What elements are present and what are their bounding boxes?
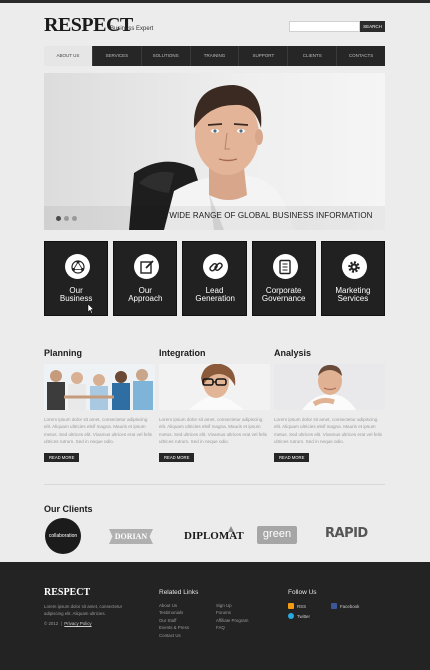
integration-image (159, 364, 270, 410)
social-twitter[interactable]: Twitter (288, 613, 310, 619)
nav-item-contacts[interactable]: CONTACTS (336, 46, 385, 66)
related-links-col-2: Sign Up Forums Affiliate Program FAQ (216, 602, 248, 632)
tile-marketing-services[interactable]: Marketing Services (320, 241, 386, 316)
footer-link-testimonials[interactable]: Testimonials (159, 609, 189, 616)
service-tiles: Our Business Our Approach Lead Generatio… (44, 241, 386, 316)
column-title: Planning (44, 348, 82, 358)
planning-image (44, 364, 155, 410)
column-text: Lorem ipsum dolor sit amet, consectetur … (274, 417, 382, 444)
slider-dot-1[interactable] (56, 216, 61, 221)
social-rss[interactable]: RSS (288, 603, 306, 609)
client-logo-text: RAPID (325, 526, 368, 541)
copyright-text: © 2012 (44, 621, 59, 626)
footer-link-affiliate-program[interactable]: Affiliate Program (216, 617, 248, 624)
footer-link-forums[interactable]: Forums (216, 609, 248, 616)
related-links-title: Related Links (159, 589, 199, 596)
nav-item-training[interactable]: TRAINING (189, 46, 239, 66)
client-logo-rapid[interactable]: RAPID (325, 524, 368, 544)
footer-link-our-staff[interactable]: Our Staff (159, 617, 189, 624)
planning-read-more-button[interactable]: READ MORE (44, 453, 80, 462)
footer-link-contact-us[interactable]: Contact Us (159, 632, 189, 639)
column-text: Lorem ipsum dolor sit amet, consectetur … (159, 417, 267, 444)
footer-link-faq[interactable]: FAQ (216, 624, 248, 631)
clients-title: Our Clients (44, 504, 93, 514)
tile-lead-generation[interactable]: Lead Generation (182, 241, 247, 316)
slider-dot-2[interactable] (64, 216, 69, 221)
column-title: Integration (159, 348, 206, 358)
client-logo-green[interactable]: green (257, 526, 297, 544)
site-tagline: Business Expert (110, 26, 154, 32)
edit-icon (134, 254, 160, 279)
related-links-col-1: About Us Testimonials Our Staff Events &… (159, 602, 189, 639)
social-label: Facebook (340, 603, 360, 609)
client-logo-text: DORIAN (114, 532, 148, 541)
social-label: Twitter (297, 613, 310, 619)
network-icon (65, 254, 90, 279)
facebook-icon (331, 603, 337, 609)
tile-our-business[interactable]: Our Business (44, 241, 109, 316)
column-integration: Integration Lorem ipsum dolor sit amet, … (159, 348, 270, 464)
integration-read-more-button[interactable]: READ MORE (159, 453, 195, 462)
client-logo-text: green (262, 528, 292, 540)
twitter-icon (288, 613, 294, 619)
tile-our-approach[interactable]: Our Approach (113, 241, 178, 316)
privacy-policy-link[interactable]: Privacy Policy (64, 621, 91, 626)
analysis-image (274, 364, 385, 410)
nav-item-support[interactable]: SUPPORT (238, 46, 287, 66)
client-logo-collaboration[interactable]: collaboration (45, 518, 81, 554)
column-analysis: Analysis Lorem ipsum dolor sit amet, con… (274, 348, 385, 464)
column-planning: Planning Lorem ipsum dolor sit amet, con… (44, 348, 155, 464)
footer-description: Lorem ipsum dolor sit amet, consectetur … (44, 604, 123, 616)
column-title: Analysis (274, 348, 312, 358)
tile-label: Corporate Governance (261, 286, 306, 303)
top-border (0, 0, 430, 3)
tile-label: Marketing Services (335, 286, 371, 303)
tile-label: Our Approach (128, 286, 163, 303)
book-icon (272, 254, 298, 279)
client-logo-text: collaboration (48, 533, 78, 539)
tile-corporate-governance[interactable]: Corporate Governance (251, 241, 316, 316)
footer-link-sign-up[interactable]: Sign Up (216, 602, 248, 609)
nav-item-clients[interactable]: CLIENTS (287, 46, 336, 66)
main-nav: ABOUT US SERVICES SOLUTIONS TRAINING SUP… (44, 46, 385, 66)
footer-link-events-press[interactable]: Events & Press (159, 624, 189, 631)
nav-item-services[interactable]: SERVICES (91, 46, 141, 66)
nav-item-solutions[interactable]: SOLUTIONS (140, 46, 190, 66)
diplomat-mark-icon (228, 526, 234, 532)
column-text: Lorem ipsum dolor sit amet, consectetur … (44, 417, 152, 444)
social-label: RSS (297, 603, 307, 609)
tile-label: Lead Generation (195, 286, 235, 303)
slider-dot-3[interactable] (72, 216, 77, 221)
slider-pagination (56, 216, 77, 221)
analysis-read-more-button[interactable]: READ MORE (274, 453, 310, 462)
tile-label: Our Business (59, 286, 93, 303)
follow-us-title: Follow Us (288, 589, 317, 596)
search-button[interactable]: SEARCH (360, 21, 385, 32)
social-facebook[interactable]: Facebook (331, 603, 359, 609)
footer-logo[interactable]: RESPECT (44, 587, 90, 598)
link-icon (203, 254, 229, 279)
client-logo-dorian[interactable]: DORIAN (109, 529, 153, 544)
hero-slider: A WIDE RANGE OF GLOBAL BUSINESS INFORMAT… (44, 73, 385, 230)
cursor-icon (87, 304, 94, 314)
footer-copyright: © 2012 | Privacy Policy (44, 621, 92, 626)
hero-caption: A WIDE RANGE OF GLOBAL BUSINESS INFORMAT… (162, 211, 373, 220)
client-logo-diplomat[interactable]: DIPLOMAT (184, 526, 244, 546)
rss-icon (288, 603, 294, 609)
client-logo-text: DIPLOMAT (184, 530, 244, 542)
nav-item-about-us[interactable]: ABOUT US (44, 46, 92, 66)
gear-icon (341, 254, 367, 279)
section-divider (44, 484, 385, 485)
footer-link-about-us[interactable]: About Us (159, 602, 189, 609)
search-input[interactable] (289, 21, 360, 32)
